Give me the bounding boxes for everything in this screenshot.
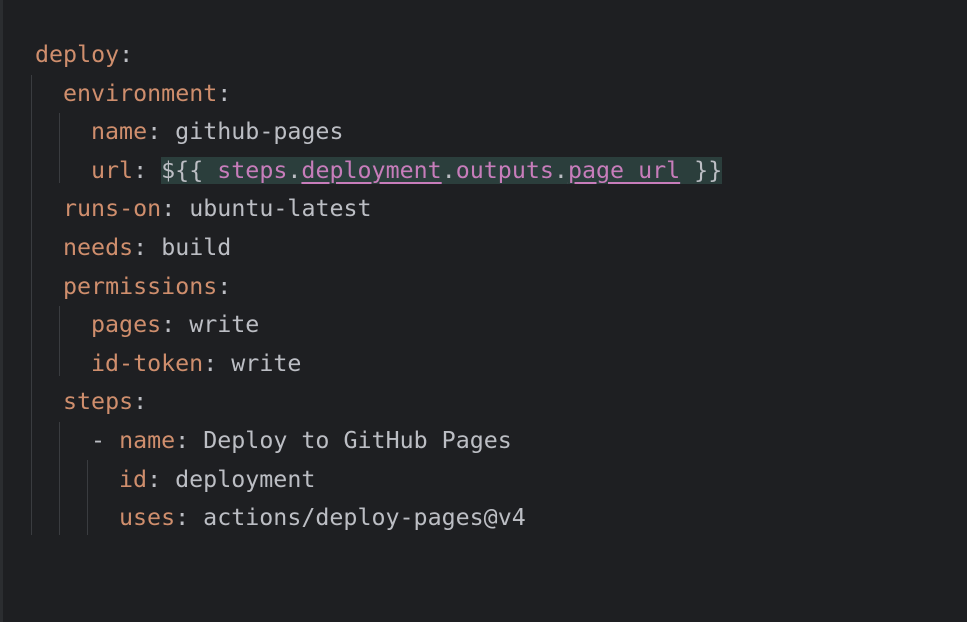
code-editor[interactable]: deploy: environment: name: github-pages …	[0, 0, 967, 622]
editor-gutter-border	[0, 0, 3, 622]
expression-outputs: outputs	[455, 156, 554, 184]
yaml-colon: :	[217, 272, 232, 300]
indent-guide	[31, 75, 32, 535]
yaml-colon: :	[217, 79, 232, 107]
yaml-colon: :	[147, 118, 162, 146]
expression-steps: steps	[217, 156, 288, 184]
yaml-key: deploy	[35, 41, 120, 68]
yaml-key: environment	[63, 79, 218, 107]
yaml-key: name	[91, 118, 148, 146]
yaml-key: id	[119, 465, 148, 493]
code-line-uses: uses: actions/deploy-pages@v4	[35, 499, 722, 538]
expression-close: }}	[680, 156, 723, 184]
yaml-colon: :	[147, 465, 162, 493]
yaml-value: Deploy to GitHub Pages	[189, 426, 512, 454]
yaml-colon: :	[203, 349, 218, 377]
yaml-value: deployment	[161, 465, 316, 493]
yaml-colon: :	[133, 233, 148, 261]
yaml-colon: :	[161, 311, 176, 339]
code-line-steps: steps:	[35, 383, 722, 422]
expression-deployment: deployment	[301, 156, 442, 184]
yaml-key: id-token	[91, 349, 204, 377]
expression-open: ${{	[161, 156, 218, 184]
yaml-value: write	[175, 311, 260, 339]
expression-page-url: page_url	[567, 156, 681, 184]
yaml-colon: :	[133, 156, 148, 184]
code-line-id-token: id-token: write	[35, 345, 722, 384]
code-line-deploy: deploy:	[35, 36, 722, 75]
yaml-key: uses	[119, 504, 176, 532]
yaml-key: needs	[63, 233, 134, 261]
yaml-colon: :	[175, 504, 190, 532]
expression-dot: .	[553, 156, 568, 184]
yaml-list-dash: -	[91, 426, 120, 454]
code-line-runs-on: runs-on: ubuntu-latest	[35, 190, 722, 229]
code-line-url: url: ${{ steps.deployment.outputs.page_u…	[35, 152, 723, 191]
yaml-colon: :	[175, 426, 190, 454]
code-line-step-name: - name: Deploy to GitHub Pages	[35, 422, 722, 461]
yaml-value: github-pages	[161, 118, 344, 146]
code-line-id: id: deployment	[35, 461, 722, 500]
expression-dot: .	[287, 156, 302, 184]
code-line-pages: pages: write	[35, 306, 722, 345]
yaml-colon: :	[119, 41, 134, 68]
yaml-value: write	[217, 349, 302, 377]
expression-dot: .	[441, 156, 456, 184]
yaml-key: permissions	[63, 272, 218, 300]
code-line-environment: environment:	[35, 75, 722, 114]
expression-highlight: ${{ steps.deployment.outputs.page_url }}	[161, 156, 723, 184]
yaml-key: steps	[63, 388, 134, 416]
yaml-value: actions/deploy-pages@v4	[189, 504, 526, 532]
yaml-colon: :	[161, 195, 176, 223]
yaml-key: name	[119, 426, 176, 454]
yaml-key: url	[91, 156, 134, 184]
yaml-value: build	[147, 233, 232, 261]
yaml-colon: :	[133, 388, 148, 416]
code-lines: deploy: environment: name: github-pages …	[35, 36, 723, 538]
code-line-permissions: permissions:	[35, 268, 722, 307]
yaml-key: pages	[91, 311, 162, 339]
code-line-needs: needs: build	[35, 229, 722, 268]
yaml-value: ubuntu-latest	[175, 195, 372, 223]
code-line-name: name: github-pages	[35, 113, 722, 152]
yaml-key: runs-on	[63, 195, 162, 223]
